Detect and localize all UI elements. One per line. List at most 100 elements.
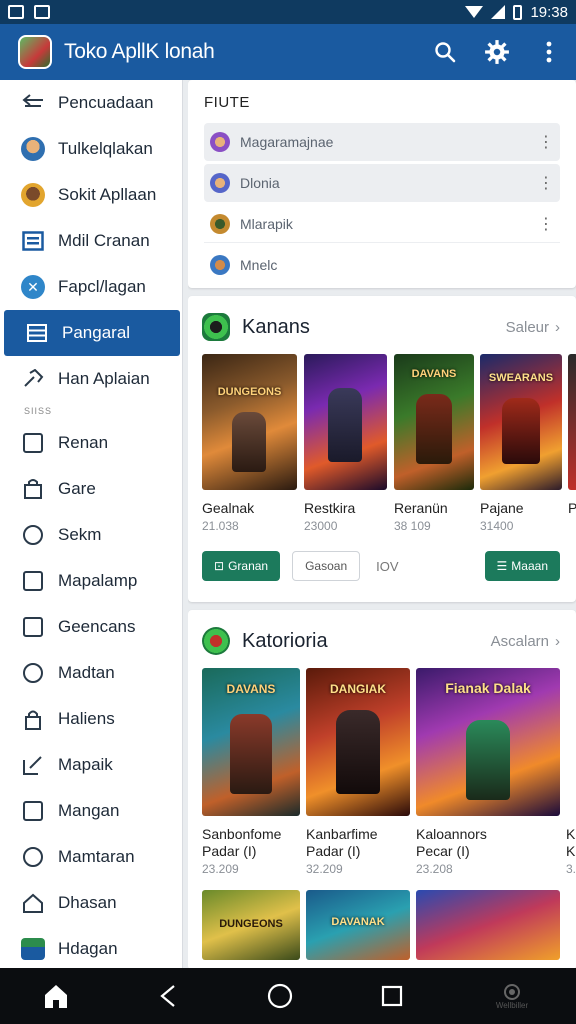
- game-tile[interactable]: DAVANS Reranün 38 109: [394, 354, 474, 533]
- maaan-button-label: Maaan: [511, 559, 548, 573]
- drawer-item-label: Hdagan: [58, 939, 118, 958]
- circle-home-icon[interactable]: [260, 976, 300, 1016]
- game-tile[interactable]: Restkira 23000: [304, 354, 388, 533]
- window-icon: [20, 228, 46, 254]
- download-icon: ⊡: [214, 559, 225, 573]
- cover-title: DAVANS: [411, 368, 457, 380]
- filter-row[interactable]: Mnelc: [204, 246, 560, 284]
- back-icon[interactable]: [148, 976, 188, 1016]
- tile-price: 21.038: [202, 519, 239, 533]
- notification-icon: [8, 5, 24, 19]
- home-icon[interactable]: [36, 976, 76, 1016]
- drawer-item-label: Gare: [58, 479, 96, 498]
- drawer-item-fapcllagan[interactable]: ✕ Fapcl/lagan: [0, 264, 182, 310]
- filter-row[interactable]: Magaramajnae ⋮: [204, 123, 560, 161]
- game-tile[interactable]: DAVANS Sanbonfome Padar (I) 23.209: [202, 668, 300, 876]
- app-logo[interactable]: [18, 35, 52, 69]
- drawer-item-madtan[interactable]: Madtan: [0, 650, 182, 696]
- tile-price: 32.209: [306, 862, 343, 876]
- drawer-item-label: Pangaral: [62, 323, 131, 342]
- drawer-item-renan[interactable]: Renan: [0, 420, 182, 466]
- game-tile[interactable]: Fianak Dalak Kaloannors Pecar (I) 23.208: [416, 668, 560, 876]
- filter-row[interactable]: Dlonia ⋮: [204, 164, 560, 202]
- app-title: Toko ApllK lonah: [64, 40, 215, 63]
- filter-row-label: Dlonia: [240, 175, 280, 191]
- more-vert-icon[interactable]: ⋮: [538, 173, 554, 193]
- drawer-item-tulkelqlakan[interactable]: Tulkelqlakan: [0, 126, 182, 172]
- app-bar: Toko ApllK lonah: [0, 24, 576, 80]
- list-icon: [24, 320, 50, 346]
- drawer-item-haliens[interactable]: Haliens: [0, 696, 182, 742]
- drawer-item-pangaral[interactable]: Pangaral: [4, 310, 180, 356]
- drawer-item-sekm[interactable]: Sekm: [0, 512, 182, 558]
- filter-row-label: Mnelc: [240, 257, 278, 273]
- game-cover[interactable]: [416, 890, 560, 960]
- search-icon[interactable]: [430, 37, 460, 67]
- mail-icon: [20, 568, 46, 594]
- edit-icon: [20, 752, 46, 778]
- assistant-icon[interactable]: Wellbiller: [484, 976, 540, 1016]
- filter-card: FIUTE Magaramajnae ⋮ Dlonia ⋮ Mlarapik ⋮…: [188, 80, 576, 288]
- drawer-item-han-aplaian[interactable]: Han Aplaian: [0, 356, 182, 402]
- filter-title: FIUTE: [204, 94, 250, 111]
- cover-title: DUNGEONS: [219, 918, 283, 930]
- drawer-item-sokit-apllaan[interactable]: Sokit Apllaan: [0, 172, 182, 218]
- see-all-link[interactable]: Saleur ›: [506, 319, 560, 336]
- cover-title: DUNGEONS: [217, 386, 282, 398]
- tile-name: Reranün: [394, 500, 448, 516]
- iov-button[interactable]: IOV: [372, 551, 402, 581]
- chevron-right-icon: ›: [555, 318, 560, 336]
- tile-price: 23.209: [202, 862, 239, 876]
- game-tile[interactable]: P: [568, 354, 576, 533]
- drawer-caption: SIISS: [24, 406, 53, 416]
- filter-row[interactable]: Mlarapik ⋮: [204, 205, 560, 243]
- clock-icon: [20, 844, 46, 870]
- more-vert-icon[interactable]: [534, 37, 564, 67]
- recents-icon[interactable]: [372, 976, 412, 1016]
- game-cover: DAVANS: [394, 354, 474, 490]
- granan-button[interactable]: ⊡ Granan: [202, 551, 281, 581]
- puzzle-icon: ✕: [20, 274, 46, 300]
- drawer-item-label: Mangan: [58, 801, 120, 820]
- folder-icon: [20, 614, 46, 640]
- see-all-label: Saleur: [505, 318, 549, 336]
- drawer-item-mapaik[interactable]: Mapaik: [0, 742, 182, 788]
- drawer-item-mangan[interactable]: Mangan: [0, 788, 182, 834]
- game-tile[interactable]: Kasin Kabar 3.300: [566, 668, 576, 876]
- gasoan-button[interactable]: Gasoan: [292, 551, 361, 581]
- drawer-item-mdil-cranan[interactable]: Mdil Cranan: [0, 218, 182, 264]
- game-tile[interactable]: DANGIAK Kanbarfime Padar (I) 32.209: [306, 668, 410, 876]
- drawer-item-label: Renan: [58, 433, 109, 452]
- granan-button-label: Granan: [228, 559, 269, 573]
- more-vert-icon[interactable]: ⋮: [538, 132, 554, 152]
- game-cover: Fianak Dalak: [416, 668, 560, 816]
- game-tile[interactable]: SWEARANS Pajane 31400: [480, 354, 562, 533]
- more-vert-icon[interactable]: ⋮: [538, 214, 554, 234]
- avatar-icon: [20, 182, 46, 208]
- settings-icon[interactable]: [482, 37, 512, 67]
- see-all-label: Ascalarn: [490, 632, 549, 650]
- drawer-item-label: Dhasan: [58, 893, 117, 912]
- tile-price: 38 109: [394, 519, 431, 533]
- game-cover: DAVANS: [202, 668, 300, 816]
- grid-icon: [20, 798, 46, 824]
- drawer-item-dhasan[interactable]: Dhasan: [0, 880, 182, 926]
- see-all-link[interactable]: Ascalarn ›: [491, 633, 560, 650]
- drawer-item-gare[interactable]: Gare: [0, 466, 182, 512]
- drawer-item-hdagan[interactable]: Hdagan: [0, 926, 182, 972]
- game-tile[interactable]: DUNGEONS Gealnak 21.038: [202, 354, 298, 533]
- game-cover[interactable]: DUNGEONS: [202, 890, 300, 960]
- drawer-item-pencuadaan[interactable]: Pencuadaan: [0, 80, 182, 126]
- drawer-item-label: Sekm: [58, 525, 102, 544]
- maaan-button[interactable]: ☰ Maaan: [484, 551, 560, 581]
- drawer-item-mamtaran[interactable]: Mamtaran: [0, 834, 182, 880]
- home-icon: [20, 890, 46, 916]
- drawer-item-mapalamp[interactable]: Mapalamp: [0, 558, 182, 604]
- link-icon: [20, 366, 46, 392]
- game-cover[interactable]: DAVANAK: [306, 890, 410, 960]
- avatar: [210, 213, 230, 234]
- filter-row-label: Magaramajnae: [240, 134, 334, 150]
- tile-name: P: [568, 500, 576, 516]
- status-bar: 19:38: [0, 0, 576, 24]
- drawer-item-geencans[interactable]: Geencans: [0, 604, 182, 650]
